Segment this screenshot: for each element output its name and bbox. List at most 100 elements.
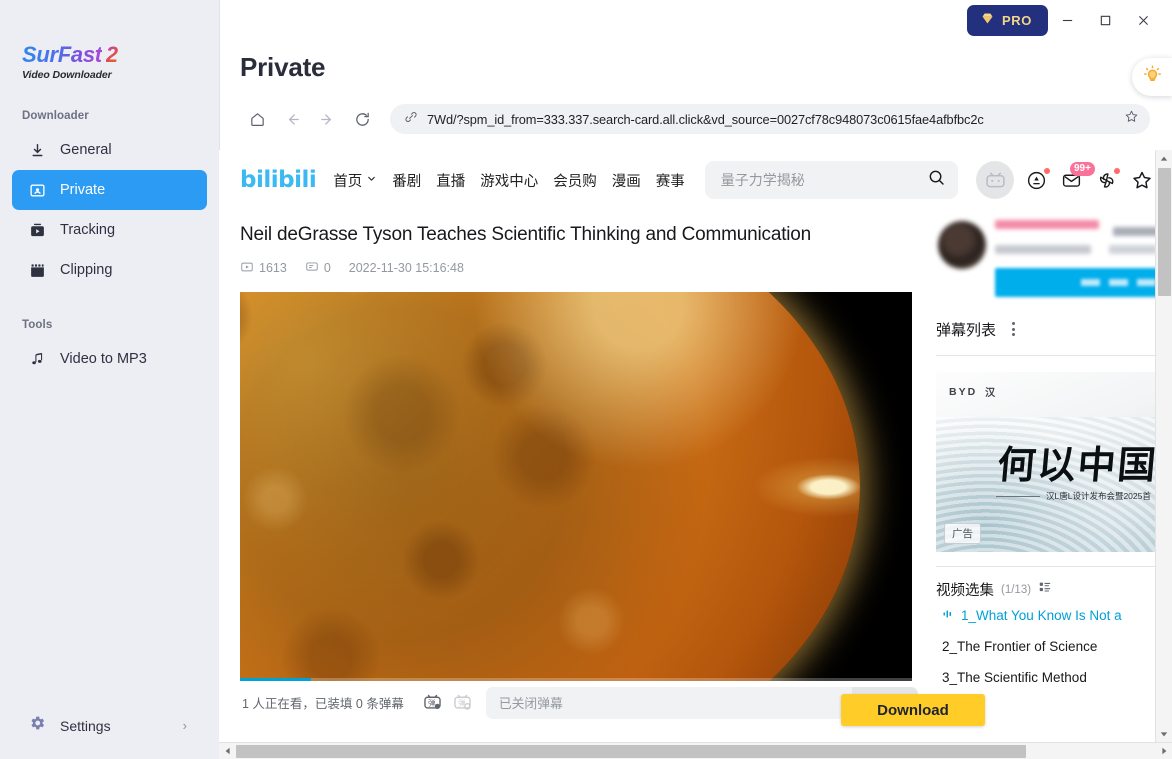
nav-item-game-center[interactable]: 游戏中心: [480, 170, 538, 191]
sidebar-item-label: Clipping: [60, 262, 113, 278]
app-window: SurFast 2 Video Downloader Downloader Gen…: [0, 0, 1172, 759]
nav-item-member-shop[interactable]: 会员购: [553, 170, 597, 191]
danmaku-count-icon: [305, 260, 319, 277]
download-arrow-icon: [28, 141, 47, 160]
ad-subline: 汉L唐L设计发布会暨2025首: [996, 490, 1151, 502]
playlist-list-icon[interactable]: [1038, 580, 1052, 599]
site-header: bilibili 首页 番剧 直播 游戏中心 会员购 漫画 赛事 量子力学揭秘 …: [240, 150, 1172, 210]
private-window-icon: [28, 181, 47, 200]
close-button[interactable]: [1124, 5, 1162, 35]
minimize-button[interactable]: [1048, 5, 1086, 35]
pinwheel-dynamic-icon[interactable]: [1094, 167, 1120, 193]
link-icon: [404, 110, 418, 129]
url-text: 7Wd/?spm_id_from=333.337.search-card.all…: [427, 111, 984, 127]
vertical-scroll-thumb[interactable]: [1157, 168, 1171, 296]
sidebar-item-general[interactable]: General: [12, 130, 207, 170]
music-note-icon: [28, 350, 47, 369]
favorites-star-icon[interactable]: [1129, 168, 1154, 193]
nav-item-manga[interactable]: 漫画: [612, 170, 641, 191]
download-button[interactable]: Download: [841, 694, 985, 726]
home-button[interactable]: [240, 103, 275, 135]
bilibili-logo[interactable]: bilibili: [240, 167, 317, 193]
horizontal-scrollbar[interactable]: [219, 742, 1172, 759]
notification-dot: [1114, 167, 1120, 174]
nav-label: 首页: [333, 173, 363, 190]
clipping-film-icon: [28, 261, 47, 280]
playlist-header: 视频选集 (1/13): [936, 579, 1172, 600]
playlist-card: 视频选集 (1/13) 1_What You Know Is Not a 2_T…: [936, 566, 1172, 693]
vip-circle-icon[interactable]: [1024, 167, 1050, 193]
video-frame-sun: [240, 291, 860, 681]
app-logo: SurFast 2 Video Downloader: [0, 0, 219, 82]
brand-version: 2: [105, 42, 119, 67]
back-button[interactable]: [275, 103, 310, 135]
ad-label-badge: 广告: [944, 523, 981, 544]
view-count: 1613: [259, 261, 287, 276]
forward-button[interactable]: [310, 103, 345, 135]
uploader-avatar[interactable]: [938, 221, 986, 269]
video-progress-bar[interactable]: [240, 677, 912, 681]
message-count-badge: 99+: [1070, 161, 1095, 176]
danmaku-settings-icon[interactable]: 弹: [418, 688, 448, 718]
uploader-card[interactable]: [936, 210, 1172, 297]
scroll-down-arrow[interactable]: [1156, 725, 1172, 742]
settings-label: Settings: [60, 717, 111, 734]
follow-button-blurred[interactable]: [995, 268, 1172, 297]
scroll-up-arrow[interactable]: [1156, 150, 1172, 167]
sidebar-item-clipping[interactable]: Clipping: [12, 250, 207, 290]
publish-date: 2022-11-30 15:16:48: [348, 261, 464, 276]
address-bar[interactable]: 7Wd/?spm_id_from=333.337.search-card.all…: [390, 104, 1150, 134]
brand-name: SurFast: [22, 42, 102, 67]
sidebar-item-private[interactable]: Private: [12, 170, 207, 210]
danmaku-bar: 1 人正在看，已装填 0 条弹幕 弹 弹 已关闭弹幕 发送: [240, 681, 918, 725]
nav-item-home[interactable]: 首页: [333, 170, 377, 191]
playing-bars-icon: [942, 608, 954, 623]
site-nav: 首页 番剧 直播 游戏中心 会员购 漫画 赛事: [333, 170, 685, 191]
bookmark-star-icon[interactable]: [1124, 109, 1139, 129]
divider: [936, 355, 1172, 356]
sidebar-item-video-to-mp3[interactable]: Video to MP3: [12, 339, 207, 379]
nav-item-live[interactable]: 直播: [436, 170, 465, 191]
ad-brand-logo: BYD 汉: [949, 384, 995, 400]
uploader-stats-blurred: [995, 241, 1172, 259]
site-header-icons: 99+: [976, 161, 1154, 199]
video-title: Neil deGrasse Tyson Teaches Scientific T…: [240, 224, 812, 245]
scroll-right-arrow[interactable]: [1155, 743, 1172, 759]
search-icon[interactable]: [927, 168, 946, 192]
playlist-item-label: 1_What You Know Is Not a: [961, 608, 1122, 623]
avatar[interactable]: [976, 161, 1014, 199]
settings-row[interactable]: Settings ›: [0, 714, 219, 737]
kebab-menu-icon[interactable]: [1008, 319, 1019, 339]
playlist-item-1[interactable]: 1_What You Know Is Not a: [936, 600, 1172, 631]
message-mail-icon[interactable]: 99+: [1059, 161, 1095, 193]
playlist-item-label: 2_The Frontier of Science: [942, 639, 1098, 654]
pro-upgrade-button[interactable]: PRO: [967, 4, 1048, 36]
video-meta: 1613 0 2022-11-30 15:16:48: [240, 260, 918, 277]
sidebar-item-label: Tracking: [60, 222, 116, 238]
tips-bulb-button[interactable]: [1132, 58, 1172, 96]
uploader-info-blurred: [995, 218, 1172, 297]
scroll-left-arrow[interactable]: [219, 743, 236, 759]
horizontal-scroll-thumb[interactable]: [236, 744, 1026, 758]
site-search-box[interactable]: 量子力学揭秘: [704, 161, 958, 199]
nav-item-esports[interactable]: 赛事: [656, 170, 685, 191]
danmaku-input[interactable]: 已关闭弹幕: [485, 686, 852, 719]
sidebar-item-tracking[interactable]: Tracking: [12, 210, 207, 250]
nav-item-bangumi[interactable]: 番剧: [392, 170, 421, 191]
playlist-item-3[interactable]: 3_The Scientific Method: [936, 662, 1172, 693]
maximize-button[interactable]: [1086, 5, 1124, 35]
danmaku-count: 0: [323, 261, 331, 276]
video-player[interactable]: [240, 291, 912, 681]
playlist-item-2[interactable]: 2_The Frontier of Science: [936, 631, 1172, 662]
playlist-count: (1/13): [1001, 583, 1032, 596]
view-count-group: 1613: [240, 260, 287, 277]
sidebar-item-label: General: [60, 142, 112, 158]
reload-button[interactable]: [345, 103, 380, 135]
sidebar-column: 弹幕列表 BYD 汉 何以中国盛 汉L唐L设计发布会暨2025首 广告 视频选集…: [936, 210, 1172, 725]
window-titlebar: PRO: [219, 0, 1172, 40]
vertical-scrollbar[interactable]: [1155, 150, 1172, 742]
advertisement-card[interactable]: BYD 汉 何以中国盛 汉L唐L设计发布会暨2025首 广告: [936, 372, 1172, 552]
danmaku-disabled-icon[interactable]: 弹: [448, 688, 478, 718]
embedded-browser-page: bilibili 首页 番剧 直播 游戏中心 会员购 漫画 赛事 量子力学揭秘 …: [219, 150, 1172, 742]
playlist-item-label: 3_The Scientific Method: [942, 670, 1087, 685]
